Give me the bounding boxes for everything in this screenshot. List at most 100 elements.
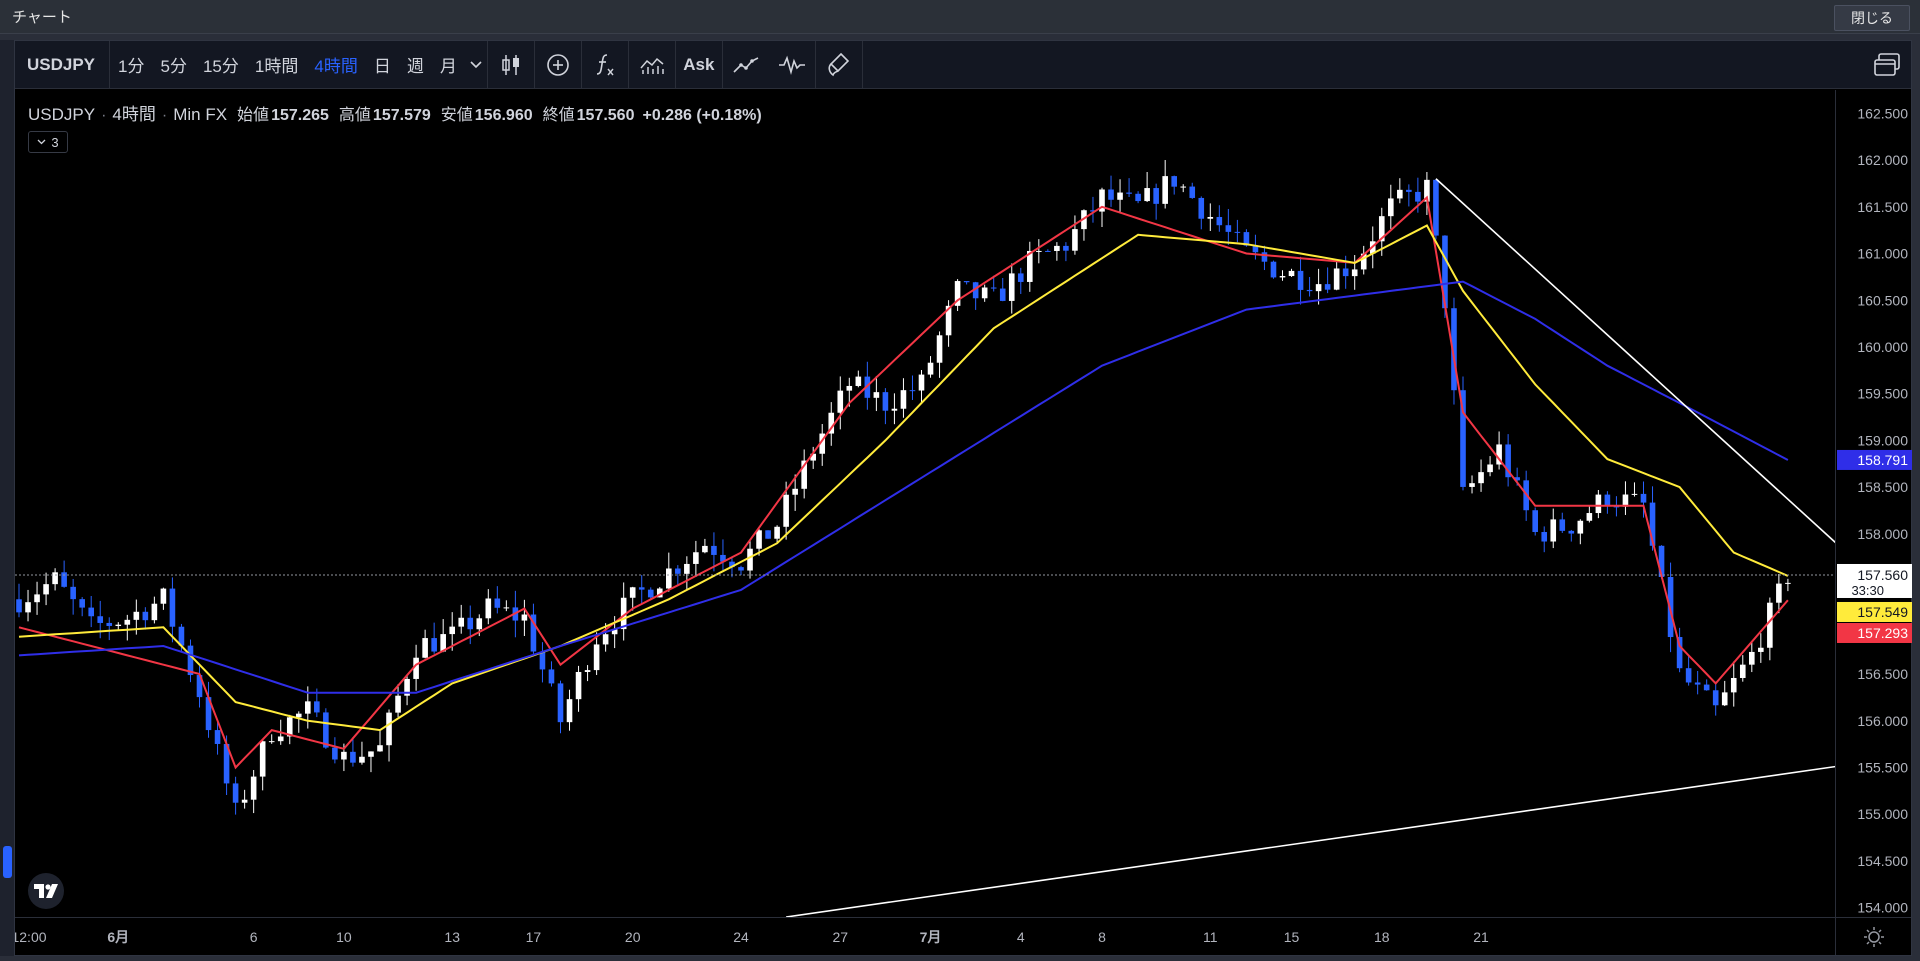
candle-body: [1595, 494, 1602, 514]
candle-body: [16, 599, 22, 613]
indicator-collapse-toggle[interactable]: 3: [28, 131, 68, 153]
candle-body: [1054, 245, 1060, 251]
waveform-icon[interactable]: [769, 41, 815, 89]
candle-body: [1730, 677, 1737, 693]
candle-body: [1189, 186, 1196, 198]
ma-price-value: 157.293: [1857, 625, 1908, 641]
candle-body: [232, 783, 239, 803]
candle-body: [963, 281, 970, 283]
interval-4h[interactable]: 4時間: [306, 41, 365, 89]
candles-layer: [16, 160, 1791, 815]
time-tick-label: 8: [1098, 929, 1106, 945]
tradingview-logo-icon: [34, 884, 58, 898]
trendlines-layer: [786, 178, 1835, 917]
candle-body: [1072, 229, 1078, 251]
bar-compare-icon[interactable]: [629, 41, 675, 89]
settings-icon[interactable]: [1836, 918, 1912, 956]
layout-icon[interactable]: [1871, 49, 1903, 81]
candle-body: [602, 634, 609, 645]
candle-body: [1171, 176, 1177, 187]
trendline-1[interactable]: [1435, 178, 1835, 656]
candle-body: [97, 616, 104, 623]
interval-15m[interactable]: 15分: [195, 41, 247, 89]
candle-body: [711, 545, 717, 555]
drawer-toggle-tab[interactable]: [3, 846, 12, 878]
time-tick-label: 18: [1374, 929, 1390, 945]
candle-body: [1333, 268, 1340, 290]
candle-body: [702, 545, 708, 553]
candle-body: [323, 712, 329, 748]
candle-body: [1315, 284, 1322, 292]
candle-body: [1568, 530, 1575, 534]
candle-body: [927, 362, 934, 375]
candle-body: [990, 287, 997, 289]
candle-body: [1712, 690, 1719, 706]
candle-body: [1469, 483, 1475, 487]
candle-body: [34, 594, 40, 603]
candle-body: [250, 776, 257, 800]
candle-body: [1261, 252, 1268, 262]
time-axis[interactable]: 12:00 6月 6 10 13 17 20 24 27 7月 4 8 11 15 18 21: [11, 917, 1835, 955]
trendline-2[interactable]: [786, 749, 1835, 917]
price-axis[interactable]: 162.500 162.000 161.500 161.000 160.500 160.0…: [1835, 90, 1912, 917]
tradingview-logo[interactable]: [28, 873, 64, 909]
candle-body: [467, 617, 474, 630]
close-button[interactable]: 閉じる: [1834, 5, 1910, 31]
candle-body: [738, 567, 744, 571]
interval-5m[interactable]: 5分: [153, 41, 195, 89]
line-chart-icon[interactable]: [723, 41, 769, 89]
legend-separator: ·: [161, 107, 168, 124]
add-indicator-icon[interactable]: [535, 41, 581, 89]
price-tick-label: 155.500: [1857, 759, 1908, 775]
price-tick-label: 155.000: [1857, 806, 1908, 822]
interval-month[interactable]: 月: [432, 41, 465, 89]
candlestick-icon[interactable]: [488, 41, 534, 89]
candle-body: [1288, 270, 1295, 277]
candle-body: [160, 588, 167, 604]
candle-body: [1397, 189, 1403, 199]
brush-icon[interactable]: [816, 41, 862, 89]
candle-body: [106, 622, 113, 626]
indicator-count: 3: [51, 134, 59, 150]
candle-body: [936, 335, 943, 363]
ma-price-value: 157.549: [1857, 604, 1908, 620]
candle-body: [1306, 289, 1313, 292]
candle-body: [1415, 191, 1421, 202]
candle-body: [115, 624, 122, 626]
price-chart[interactable]: [15, 90, 1835, 917]
candle-body: [1270, 261, 1277, 278]
interval-1h[interactable]: 1時間: [247, 41, 306, 89]
candle-body: [449, 626, 455, 635]
time-tick-label: 24: [733, 929, 749, 945]
candle-body: [1036, 250, 1042, 252]
legend-interval: 4時間: [112, 105, 156, 124]
candle-body: [1198, 197, 1205, 219]
candle-body: [647, 589, 654, 598]
symbol-selector[interactable]: USDJPY: [15, 41, 109, 89]
candle-body: [241, 799, 248, 803]
legend-symbol[interactable]: USDJPY: [28, 105, 95, 125]
candle-body: [1631, 493, 1638, 495]
interval-1m[interactable]: 1分: [110, 41, 152, 89]
candle-body: [88, 607, 94, 617]
candle-body: [1108, 189, 1114, 200]
moving-averages-layer: [18, 195, 1789, 770]
interval-day[interactable]: 日: [366, 41, 399, 89]
price-tick-label: 161.500: [1857, 199, 1908, 215]
candle-body: [359, 756, 365, 763]
interval-week[interactable]: 週: [399, 41, 432, 89]
candle-body: [1279, 276, 1286, 278]
candle-body: [350, 751, 356, 763]
function-icon[interactable]: [582, 41, 628, 89]
candle-body: [765, 530, 771, 539]
candle-body: [124, 619, 131, 625]
candle-body: [1703, 684, 1710, 691]
time-tick-label: 27: [832, 929, 848, 945]
candle-body: [368, 751, 374, 757]
chevron-down-icon[interactable]: [465, 41, 487, 89]
candle-body: [431, 638, 437, 652]
price-tick-label: 161.000: [1857, 246, 1908, 262]
candle-body: [1216, 216, 1223, 226]
ask-toggle[interactable]: Ask: [676, 41, 722, 89]
candle-body: [1406, 189, 1412, 192]
